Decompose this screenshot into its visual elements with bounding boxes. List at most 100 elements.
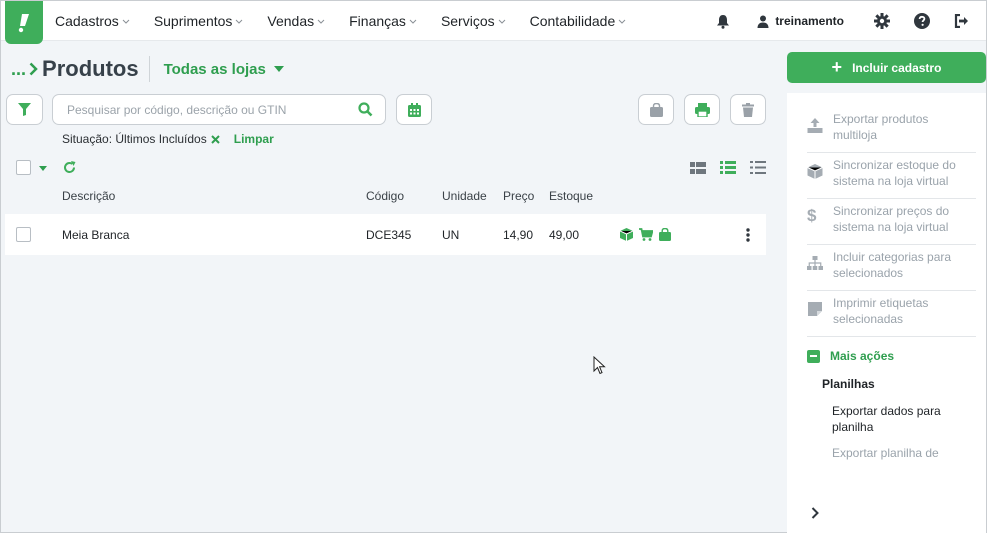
chevron-down-icon	[317, 19, 325, 24]
bell-icon	[717, 14, 730, 29]
shopping-bag-icon[interactable]	[659, 228, 671, 241]
printer-icon	[694, 102, 710, 117]
shopping-bag-icon	[649, 102, 663, 117]
menu-contabilidade[interactable]: Contabilidade	[530, 13, 627, 29]
top-right-tools: treinamento	[703, 1, 986, 41]
table-row[interactable]: Meia Branca DCE345 UN 14,90 49,00	[5, 214, 766, 255]
spreadsheets-heading: Planilhas	[822, 377, 875, 391]
sign-out-icon	[954, 14, 968, 28]
more-actions-label: Mais ações	[830, 349, 895, 363]
help-button[interactable]	[902, 1, 942, 41]
export-spreadsheet-link[interactable]: Exportar dados para planilha	[832, 403, 952, 435]
date-filter-button[interactable]	[396, 94, 432, 125]
bag-button[interactable]	[638, 94, 674, 125]
breadcrumb: ... Produtos Todas as lojas	[11, 56, 284, 82]
action-sync-stock[interactable]: Sincronizar estoque do sistema na loja v…	[807, 157, 976, 199]
chevron-down-icon	[498, 19, 505, 24]
add-record-button[interactable]: + Incluir cadastro	[787, 52, 986, 83]
row-unit: UN	[442, 228, 460, 242]
chevron-right-icon[interactable]	[811, 507, 819, 519]
search-icon[interactable]	[358, 102, 373, 117]
trash-icon	[742, 102, 754, 117]
menu-label: Vendas	[267, 13, 315, 29]
row-price: 14,90	[503, 228, 534, 242]
detail-list-view-icon[interactable]	[720, 161, 736, 174]
menu-servicos[interactable]: Serviços	[441, 13, 506, 29]
action-add-categories[interactable]: Incluir categorias para selecionados	[807, 249, 976, 291]
sitemap-icon	[807, 256, 823, 270]
calendar-icon	[407, 102, 421, 117]
chevron-down-icon	[122, 19, 130, 24]
menu-cadastros[interactable]: Cadastros	[55, 13, 130, 29]
filter-button[interactable]	[6, 94, 43, 125]
column-header-stock[interactable]: Estoque	[549, 189, 593, 203]
question-circle-icon	[914, 13, 930, 29]
menu-vendas[interactable]: Vendas	[267, 13, 325, 29]
dollar-icon: $	[807, 206, 817, 225]
title-divider	[148, 56, 150, 82]
print-button[interactable]	[684, 94, 720, 125]
active-filter: Situação: Últimos Incluídos Limpar	[62, 132, 274, 146]
app-logo[interactable]	[5, 1, 43, 44]
action-label: Imprimir etiquetas selecionadas	[833, 296, 929, 326]
action-sync-prices[interactable]: $ Sincronizar preços do sistema na loja …	[807, 203, 976, 245]
menu-label: Suprimentos	[153, 13, 233, 29]
box-icon[interactable]	[620, 228, 633, 241]
top-navigation-bar: Cadastros Suprimentos Vendas Finanças Se…	[1, 1, 986, 44]
action-label: Sincronizar estoque do sistema na loja v…	[833, 158, 956, 188]
caret-down-icon	[273, 66, 284, 72]
logout-button[interactable]	[942, 1, 982, 41]
plus-icon: +	[831, 57, 843, 77]
menu-financas[interactable]: Finanças	[349, 13, 417, 29]
row-description: Meia Branca	[62, 228, 130, 242]
main-menu: Cadastros Suprimentos Vendas Finanças Se…	[55, 1, 650, 41]
select-all-checkbox[interactable]	[16, 160, 31, 175]
column-header-unit[interactable]: Unidade	[442, 189, 487, 203]
search-input[interactable]	[67, 101, 347, 119]
column-header-price[interactable]: Preço	[503, 189, 534, 203]
delete-button[interactable]	[730, 94, 766, 125]
column-header-code[interactable]: Código	[366, 189, 404, 203]
close-icon[interactable]	[211, 134, 220, 144]
notifications-button[interactable]	[703, 1, 743, 41]
box-icon	[807, 164, 823, 179]
menu-suprimentos[interactable]: Suprimentos	[154, 13, 244, 29]
row-stock: 49,00	[549, 228, 580, 242]
page-title: Produtos	[42, 56, 139, 81]
clear-filters-link[interactable]: Limpar	[234, 132, 274, 146]
chevron-down-icon	[618, 19, 626, 24]
user-icon	[757, 15, 769, 28]
compact-list-view-icon[interactable]	[750, 161, 766, 174]
menu-label: Contabilidade	[529, 13, 616, 29]
card-view-icon[interactable]	[690, 162, 706, 174]
funnel-icon	[18, 103, 31, 116]
action-print-labels[interactable]: Imprimir etiquetas selecionadas	[807, 295, 976, 337]
actions-panel: Exportar produtos multiloja Sincronizar …	[787, 93, 986, 533]
collapse-icon	[807, 349, 820, 363]
store-selector-label: Todas as lojas	[163, 60, 266, 78]
chevron-down-icon	[409, 19, 417, 24]
store-selector[interactable]: Todas as lojas	[164, 61, 284, 78]
settings-button[interactable]	[862, 1, 902, 41]
more-options-icon[interactable]	[746, 228, 750, 242]
add-record-label: Incluir cadastro	[852, 60, 942, 75]
menu-label: Finanças	[349, 13, 406, 29]
user-name: treinamento	[775, 14, 844, 28]
logo-mark-icon	[18, 13, 29, 32]
caret-down-icon[interactable]	[39, 166, 47, 171]
action-label: Sincronizar preços do sistema na loja vi…	[833, 204, 950, 234]
refresh-icon[interactable]	[63, 161, 76, 174]
mouse-cursor-icon	[593, 356, 606, 375]
more-actions-toggle[interactable]: Mais ações	[807, 349, 894, 363]
search-box	[52, 94, 386, 125]
user-menu[interactable]: treinamento	[757, 14, 844, 28]
breadcrumb-ellipsis[interactable]: ...	[11, 59, 26, 80]
row-code: DCE345	[366, 228, 412, 242]
action-export-multistore[interactable]: Exportar produtos multiloja	[807, 111, 976, 153]
row-checkbox[interactable]	[16, 227, 31, 242]
shopping-cart-icon[interactable]	[639, 228, 653, 241]
export-spreadsheet-link-2[interactable]: Exportar planilha de	[832, 445, 939, 461]
upload-icon	[807, 118, 823, 133]
column-header-description[interactable]: Descrição	[62, 189, 115, 203]
menu-label: Serviços	[440, 13, 495, 29]
